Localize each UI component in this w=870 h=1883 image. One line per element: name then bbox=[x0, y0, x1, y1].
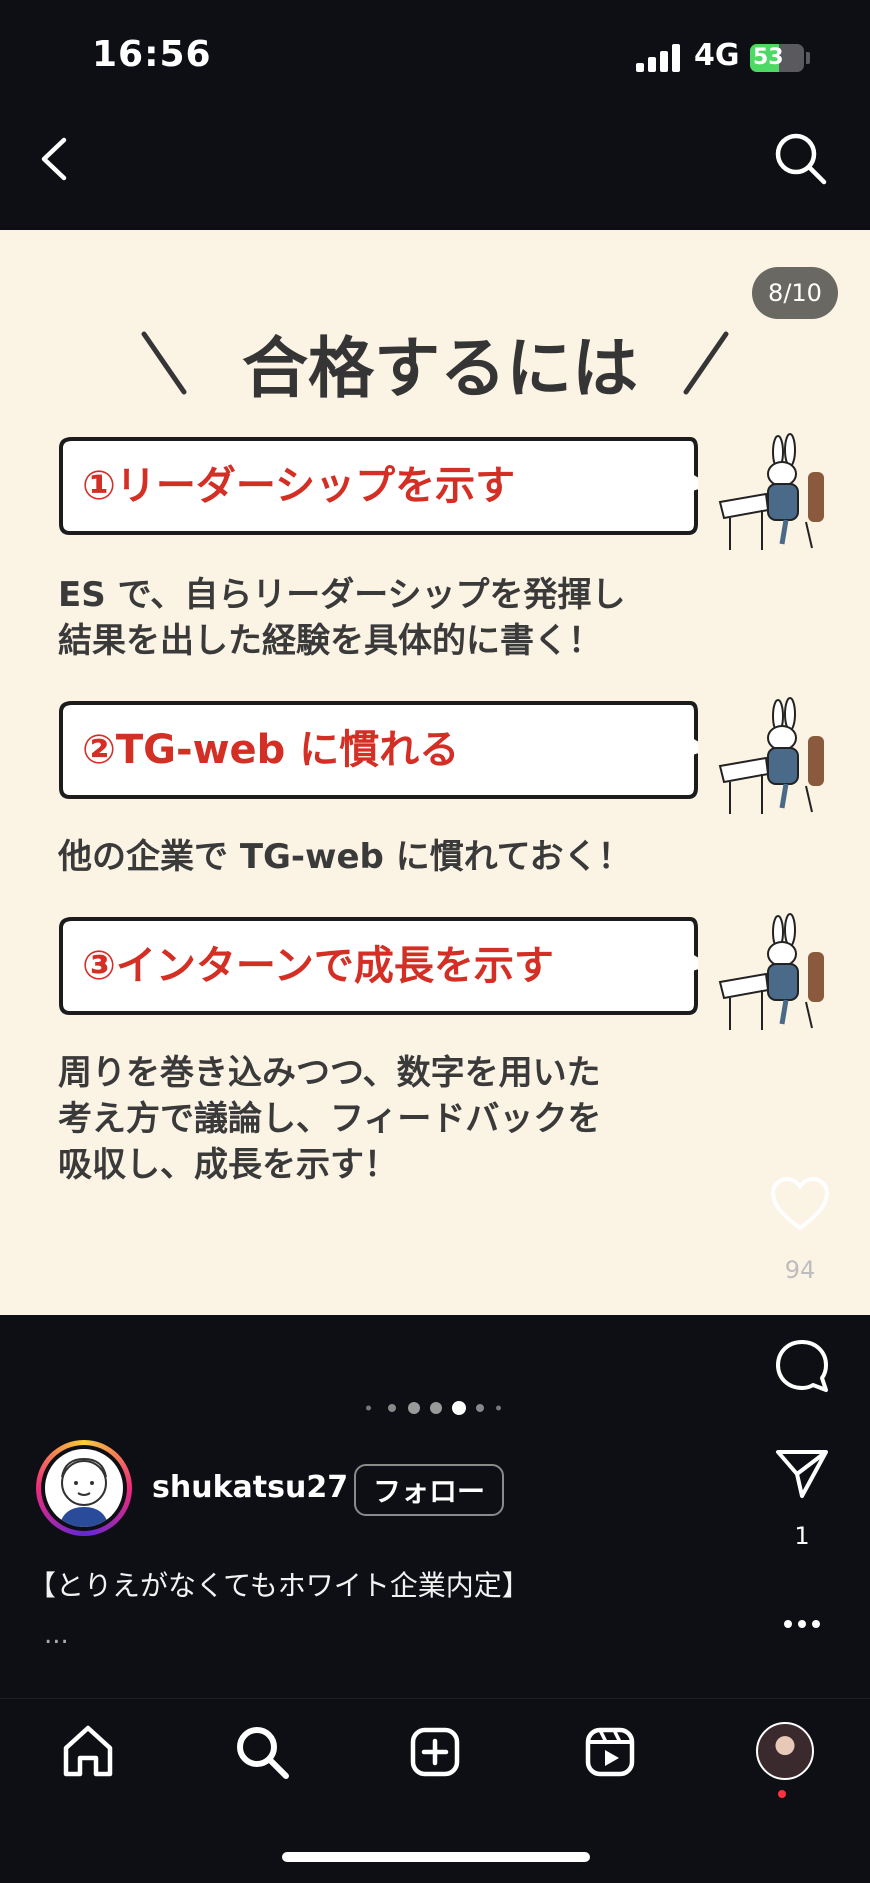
caption-more[interactable]: ... bbox=[44, 1620, 69, 1650]
status-time: 16:56 bbox=[92, 34, 212, 75]
heading-slash-right bbox=[683, 331, 729, 395]
author-username[interactable]: shukatsu27 bbox=[152, 1470, 348, 1505]
post-heading: 合格するには bbox=[242, 330, 638, 407]
speech-bubble-3: ③インターンで成長を示す bbox=[58, 916, 698, 1016]
like-heart-icon[interactable] bbox=[770, 1176, 830, 1232]
rabbit-at-desk-illustration bbox=[718, 697, 824, 814]
carousel-dots bbox=[366, 1400, 506, 1416]
cellular-signal-icon bbox=[636, 44, 680, 72]
item-3-desc-line-3: 吸収し、成長を示す！ bbox=[58, 1145, 398, 1185]
search-tab-icon[interactable] bbox=[232, 1722, 292, 1782]
item-1-desc-line-2: 結果を出した経験を具体的に書く！ bbox=[58, 621, 602, 661]
notification-dot bbox=[778, 1790, 786, 1798]
item-3-desc-line-1: 周りを巻き込みつつ、数字を用いた bbox=[58, 1053, 601, 1093]
rabbit-at-desk-illustration bbox=[718, 433, 824, 550]
send-share-icon[interactable] bbox=[774, 1446, 830, 1500]
item-3-desc-line-2: 考え方で議論し、フィードバックを bbox=[58, 1099, 602, 1139]
item-1-title: ①リーダーシップを示す bbox=[82, 463, 516, 509]
network-type: 4G bbox=[694, 38, 740, 73]
back-button[interactable] bbox=[36, 136, 70, 182]
item-1-description: ES で、自らリーダーシップを発揮し 結果を出した経験を具体的に書く！ bbox=[58, 572, 626, 664]
slide-counter: 8/10 bbox=[752, 267, 838, 319]
item-2-desc-line-1: 他の企業で TG-web に慣れておく！ bbox=[58, 837, 632, 877]
home-indicator bbox=[282, 1852, 590, 1862]
create-post-icon[interactable] bbox=[405, 1722, 465, 1782]
avatar-illustration bbox=[59, 1457, 109, 1527]
reels-icon[interactable] bbox=[580, 1722, 640, 1782]
item-2-title: ②TG-web に慣れる bbox=[82, 727, 460, 773]
heading-slash-left bbox=[141, 331, 187, 395]
battery-cap bbox=[806, 52, 810, 64]
follow-button[interactable]: フォロー bbox=[354, 1464, 504, 1516]
share-count: 1 bbox=[794, 1522, 810, 1550]
speech-bubble-2: ②TG-web に慣れる bbox=[58, 700, 698, 800]
rabbit-at-desk-illustration bbox=[718, 913, 824, 1030]
search-icon[interactable] bbox=[772, 130, 828, 186]
item-3-title: ③インターンで成長を示す bbox=[82, 943, 554, 989]
post-caption[interactable]: 【とりえがなくてもホワイト企業内定】 bbox=[28, 1564, 530, 1604]
more-options-icon[interactable] bbox=[782, 1618, 822, 1630]
like-count: 94 bbox=[784, 1256, 816, 1284]
battery-percent: 53 bbox=[753, 45, 784, 70]
item-2-description: 他の企業で TG-web に慣れておく！ bbox=[58, 834, 632, 880]
profile-tab-avatar[interactable] bbox=[756, 1722, 814, 1780]
author-avatar[interactable] bbox=[36, 1440, 132, 1536]
comment-icon[interactable] bbox=[774, 1338, 830, 1394]
item-1-desc-line-1: ES で、自らリーダーシップを発揮し bbox=[58, 575, 626, 615]
speech-bubble-1: ①リーダーシップを示す bbox=[58, 436, 698, 536]
item-3-description: 周りを巻き込みつつ、数字を用いた 考え方で議論し、フィードバックを 吸収し、成長… bbox=[58, 1050, 601, 1188]
home-icon[interactable] bbox=[58, 1722, 118, 1782]
battery-icon: 53 bbox=[750, 44, 804, 72]
